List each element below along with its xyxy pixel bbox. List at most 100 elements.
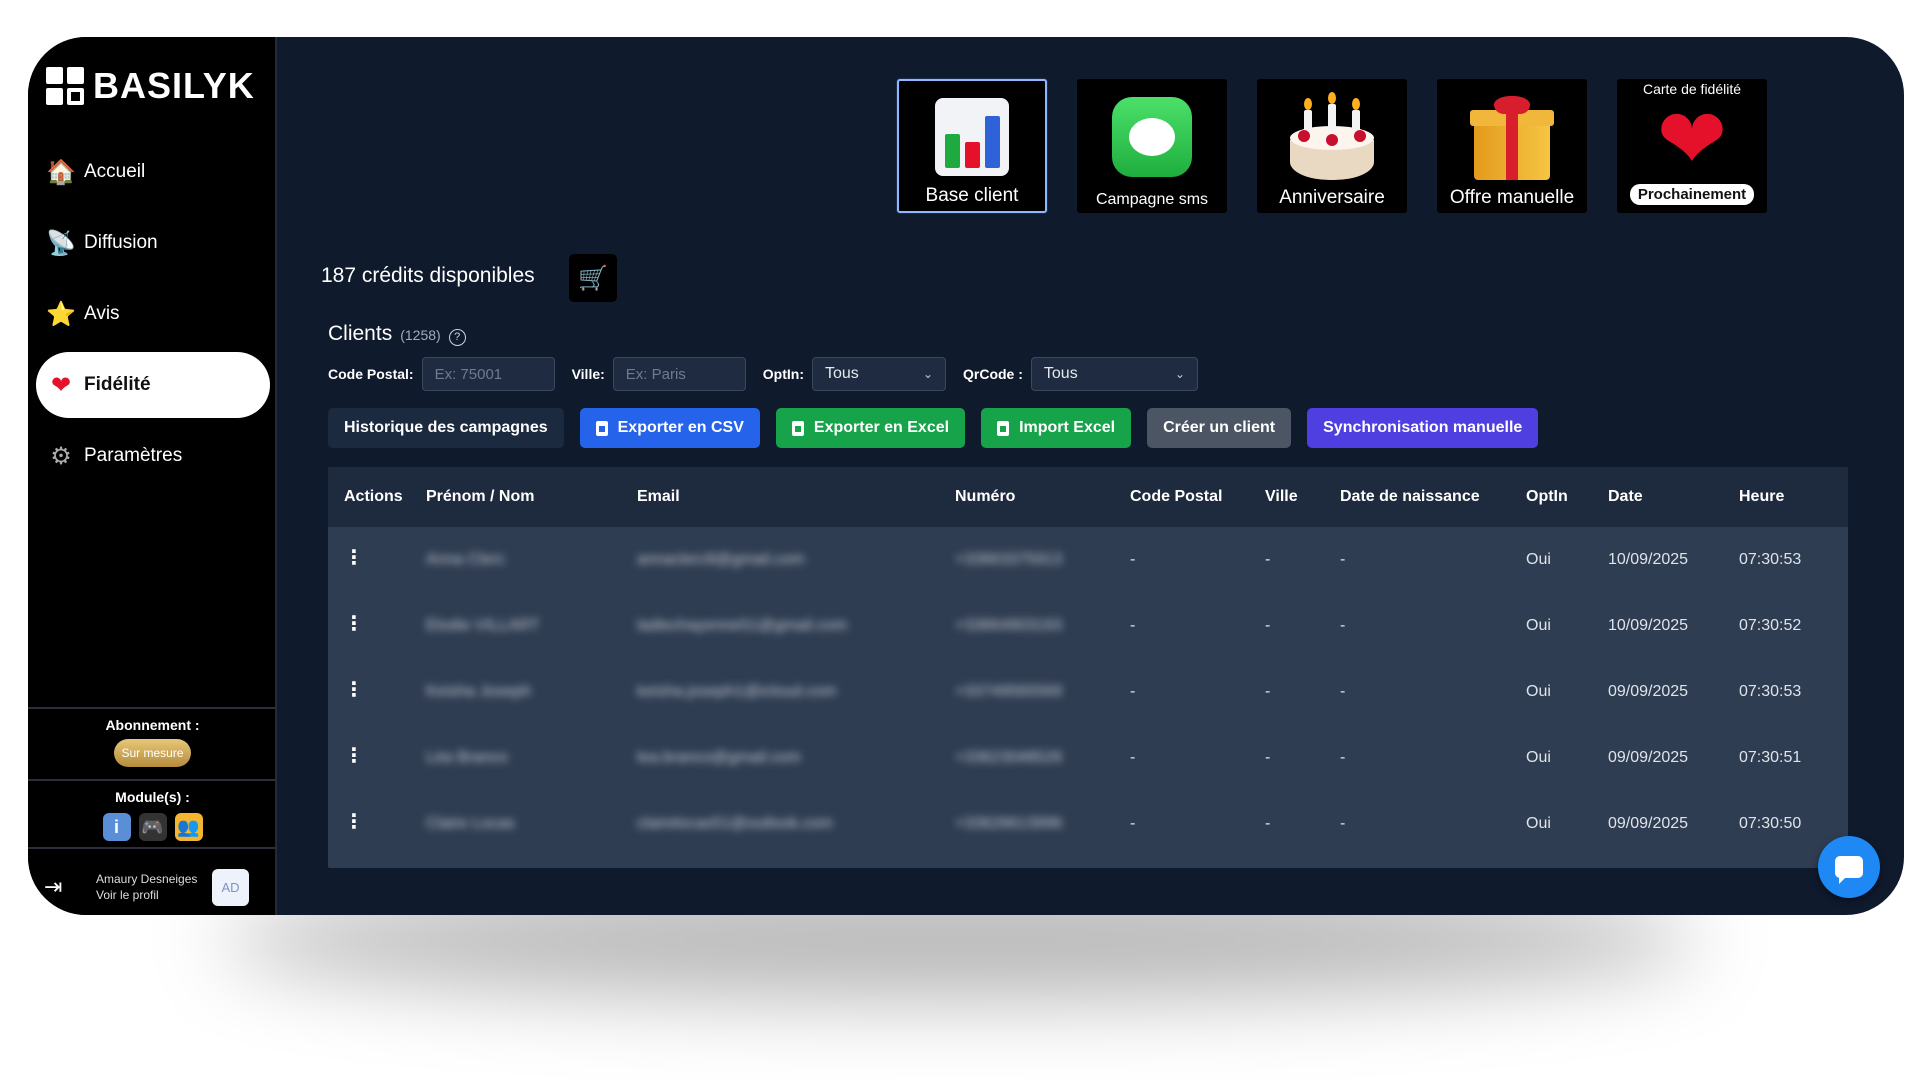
table-header: Actions Prénom / Nom Email Numéro Code P…	[328, 467, 1848, 527]
subscription-title: Abonnement :	[105, 717, 200, 733]
kebab-menu-icon[interactable]: ⋮	[344, 811, 364, 833]
manual-sync-button[interactable]: Synchronisation manuelle	[1307, 408, 1539, 448]
column-header[interactable]: Ville	[1265, 488, 1340, 506]
tile-label: Offre manuelle	[1449, 187, 1575, 208]
profile-link[interactable]: Voir le profil	[96, 887, 206, 903]
city-input[interactable]	[612, 357, 746, 391]
client-postal: -	[1130, 815, 1136, 832]
tile-campagne-sms[interactable]: Campagne sms	[1077, 79, 1227, 213]
column-header[interactable]: Code Postal	[1130, 488, 1265, 506]
export-excel-button[interactable]: Exporter en Excel	[775, 408, 966, 448]
client-email: annaclerc8@gmail.com	[637, 551, 805, 568]
column-header[interactable]: OptIn	[1526, 488, 1608, 506]
client-email: keisha.joseph1@icloud.com	[637, 683, 837, 700]
table-row[interactable]: ⋮ Léa Branco lea.branco@gmail.com +33623…	[328, 725, 1848, 791]
client-city: -	[1265, 683, 1271, 700]
client-time: 07:30:52	[1739, 617, 1802, 634]
chevron-down-icon: ⌄	[922, 367, 933, 381]
client-postal: -	[1130, 683, 1136, 700]
info-icon[interactable]: i	[102, 813, 131, 841]
kebab-menu-icon[interactable]: ⋮	[344, 679, 364, 701]
sidebar-item-diffusion[interactable]: 📡 Diffusion	[36, 210, 270, 276]
heart-icon: ❤	[50, 371, 72, 399]
button-label: Historique des campagnes	[344, 419, 548, 436]
client-optin: Oui	[1526, 683, 1551, 700]
button-label: Exporter en Excel	[813, 419, 950, 436]
modules-title: Module(s) :	[115, 789, 190, 805]
avatar[interactable]: AD	[212, 868, 249, 906]
people-icon[interactable]: 👥	[174, 813, 203, 841]
sidebar-item-label: Avis	[84, 303, 120, 324]
column-header[interactable]: Date de naissance	[1340, 488, 1526, 506]
client-time: 07:30:51	[1739, 749, 1802, 766]
client-date: 09/09/2025	[1608, 683, 1689, 700]
sidebar-item-parametres[interactable]: ⚙ Paramètres	[36, 423, 270, 489]
column-header[interactable]: Email	[637, 488, 955, 506]
client-date: 10/09/2025	[1608, 551, 1689, 568]
tile-anniversaire[interactable]: Anniversaire	[1257, 79, 1407, 213]
kebab-menu-icon[interactable]: ⋮	[344, 745, 364, 767]
kebab-menu-icon[interactable]: ⋮	[344, 613, 364, 635]
birthday-cake-icon	[1284, 92, 1380, 180]
export-csv-button[interactable]: Exporter en CSV	[579, 408, 760, 448]
tile-offre-manuelle[interactable]: Offre manuelle	[1437, 79, 1587, 213]
client-name: Léa Branco	[426, 749, 508, 766]
gamepad-icon[interactable]: 🎮	[138, 813, 167, 841]
actions-bar: Historique des campagnes Exporter en CSV…	[328, 408, 1539, 448]
column-header[interactable]: Actions	[328, 488, 426, 506]
logout-icon[interactable]: ⇥	[44, 874, 78, 900]
subscription-block: Abonnement : Sur mesure	[28, 717, 277, 767]
csv-file-icon	[595, 420, 608, 436]
client-dob: -	[1340, 617, 1346, 634]
optin-select[interactable]: Tous ⌄	[812, 357, 946, 391]
client-dob: -	[1340, 815, 1346, 832]
client-number: +33626613996	[955, 815, 1063, 832]
clients-count: (1258)	[400, 327, 441, 343]
client-time: 07:30:53	[1739, 683, 1802, 700]
qr-logo-icon	[46, 67, 84, 105]
help-icon[interactable]: ?	[448, 328, 466, 346]
column-header[interactable]: Prénom / Nom	[426, 488, 637, 506]
filter-label: QrCode :	[963, 366, 1023, 382]
tile-carte-fidelite[interactable]: Carte de fidélité ❤ Prochainement	[1617, 79, 1767, 213]
tile-base-client[interactable]: Base client	[897, 79, 1047, 213]
sidebar-item-fidelite[interactable]: ❤ Fidélité	[36, 352, 270, 418]
excel-file-icon	[791, 420, 804, 436]
import-excel-button[interactable]: Import Excel	[981, 408, 1132, 448]
column-header[interactable]: Numéro	[955, 488, 1130, 506]
kebab-menu-icon[interactable]: ⋮	[344, 547, 364, 569]
create-client-button[interactable]: Créer un client	[1147, 408, 1292, 448]
filter-label: OptIn:	[762, 366, 804, 382]
client-date: 09/09/2025	[1608, 815, 1689, 832]
postal-code-input[interactable]	[421, 357, 555, 391]
column-header[interactable]: Date	[1608, 488, 1739, 506]
client-name: Keisha Joseph	[426, 683, 531, 700]
client-optin: Oui	[1526, 617, 1551, 634]
qrcode-value: Tous	[1043, 365, 1078, 382]
bar-chart-icon	[935, 98, 1009, 176]
tile-label: Anniversaire	[1279, 187, 1385, 208]
house-icon: 🏠	[46, 158, 76, 186]
table-row[interactable]: ⋮ Elodie VILLART ladiechayenne51@gmail.c…	[328, 593, 1848, 659]
sidebar-item-accueil[interactable]: 🏠 Accueil	[36, 139, 270, 205]
sidebar-item-label: Accueil	[84, 161, 146, 182]
qrcode-select[interactable]: Tous ⌄	[1030, 357, 1198, 391]
tile-label: Campagne sms	[1095, 191, 1209, 208]
table-row[interactable]: ⋮ Claire Locas clairelocas51@outlook.com…	[328, 791, 1848, 857]
campaign-history-button[interactable]: Historique des campagnes	[328, 408, 564, 448]
chevron-down-icon: ⌄	[1174, 367, 1185, 381]
client-number: +33623048526	[955, 749, 1063, 766]
clients-heading: Clients (1258) ?	[328, 322, 466, 346]
client-date: 09/09/2025	[1608, 749, 1689, 766]
column-header[interactable]: Heure	[1739, 488, 1839, 506]
profile-info[interactable]: Amaury Desneiges Voir le profil	[96, 871, 206, 903]
chat-button[interactable]	[1818, 836, 1880, 898]
table-row[interactable]: ⋮ Anna Clerc annaclerc8@gmail.com +33663…	[328, 527, 1848, 593]
shopping-cart-icon[interactable]: 🛒	[569, 254, 617, 302]
client-date: 10/09/2025	[1608, 617, 1689, 634]
sidebar-item-avis[interactable]: ⭐ Avis	[36, 281, 270, 347]
profile-name: Amaury Desneiges	[96, 872, 198, 886]
table-row[interactable]: ⋮ Keisha Joseph keisha.joseph1@icloud.co…	[328, 659, 1848, 725]
brand-logo[interactable]: BASILYK	[46, 65, 255, 107]
tile-label: Base client	[925, 185, 1019, 206]
